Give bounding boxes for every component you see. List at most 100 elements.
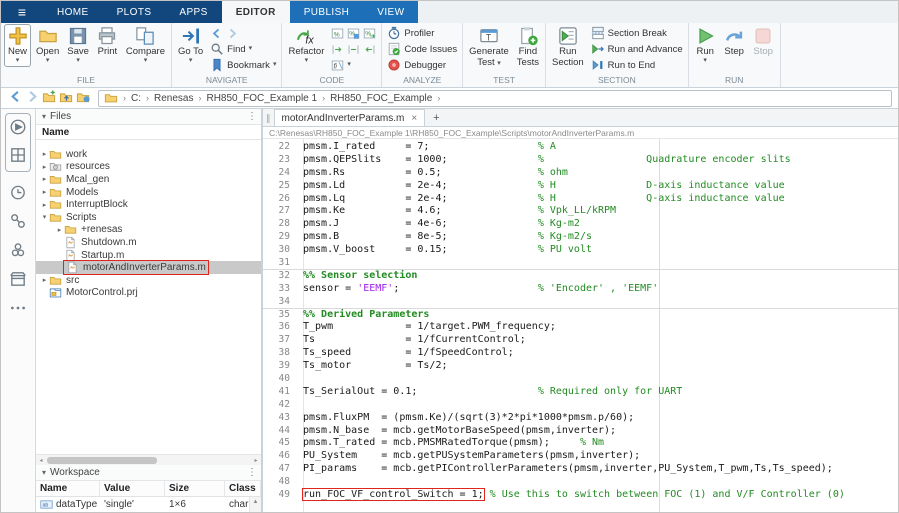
back-button[interactable] (210, 27, 223, 40)
tree-item-motorandinverterparams-m[interactable]: motorAndInverterParams.m (36, 261, 261, 274)
comment-pct-button[interactable]: % (331, 27, 344, 40)
code-line[interactable]: 27pmsm.Ke = 4.6; % Vpk_LL/kRPM (263, 204, 898, 217)
code-line[interactable]: 49run_FOC_VF_control_Switch = 1; % Use t… (263, 488, 898, 501)
debugger-button[interactable]: Debugger (385, 57, 459, 73)
tree-item-models[interactable]: ▸Models (36, 186, 261, 199)
workspace-column-class[interactable]: Class (225, 481, 261, 496)
collapsed-arrow-icon[interactable]: ▸ (40, 163, 49, 171)
code-line[interactable]: 23pmsm.QEPSlits = 1000; % Quadrature enc… (263, 153, 898, 166)
code-line[interactable]: 38Ts_speed = 1/fSpeedControl; (263, 346, 898, 359)
code-line[interactable]: 37Ts = 1/fCurrentControl; (263, 333, 898, 346)
code-line[interactable]: 48 (263, 475, 898, 488)
files-panel-header[interactable]: Files (36, 109, 261, 125)
breadcrumb-segment[interactable]: C: (131, 93, 141, 104)
code-line[interactable]: 28pmsm.J = 4e-6; % Kg-m2 (263, 217, 898, 230)
scrollbar-thumb[interactable] (47, 457, 157, 464)
code-line[interactable]: 29pmsm.B = 8e-5; % Kg-m2/s (263, 230, 898, 243)
format-fi-button[interactable]: fi (331, 59, 344, 72)
code-line[interactable]: 35%% Derived Parameters (263, 308, 898, 321)
new-button[interactable]: New▾ (4, 24, 31, 67)
tree-item-renesas[interactable]: ▸+renesas (36, 224, 261, 237)
forward-button[interactable] (226, 27, 239, 40)
code-area[interactable]: 22pmsm.I_rated = 7; % A23pmsm.QEPSlits =… (263, 139, 898, 512)
hamburger-menu-icon[interactable] (1, 1, 43, 23)
run-section-button[interactable]: RunSection (549, 24, 587, 70)
run-and-advance-button[interactable]: Run and Advance (589, 41, 685, 57)
ribbon-tab-plots[interactable]: PLOTS (103, 1, 166, 23)
scroll-right-icon[interactable]: ▸ (251, 457, 261, 464)
workspace-vertical-scrollbar[interactable]: ▲ (249, 497, 261, 512)
breadcrumb-segment[interactable]: RH850_FOC_Example (330, 93, 432, 104)
tree-item-mcal-gen[interactable]: ▸Mcal_gen (36, 173, 261, 186)
more-panels-button[interactable] (9, 299, 27, 317)
tree-item-src[interactable]: ▸src (36, 274, 261, 287)
find-tests-button[interactable]: FindTests (514, 24, 542, 70)
profiler-button[interactable]: Profiler (385, 25, 459, 41)
open-button[interactable]: Open▾ (33, 24, 62, 67)
code-line[interactable]: 33sensor = 'EEMF'; % 'Encoder' , 'EEMF' (263, 282, 898, 295)
tree-item-scripts[interactable]: ▾Scripts (36, 211, 261, 224)
code-line[interactable]: 40 (263, 372, 898, 385)
layout-panel-button[interactable] (9, 146, 27, 167)
scroll-left-icon[interactable]: ◂ (36, 457, 46, 464)
compare-button[interactable]: Compare▾ (123, 24, 168, 67)
stop-button[interactable]: Stop (750, 24, 777, 59)
refactor-button[interactable]: fxRefactor▾ (285, 24, 327, 67)
workspace-column-name[interactable]: Name (36, 481, 100, 496)
bookmark-button[interactable]: Bookmark▾ (208, 57, 278, 73)
tree-item-work[interactable]: ▸work (36, 148, 261, 161)
files-horizontal-scrollbar[interactable]: ◂ ▸ (36, 454, 261, 465)
code-line[interactable]: 41Ts_SerialOut = 0.1; % Required only fo… (263, 385, 898, 398)
collapsed-arrow-icon[interactable]: ▸ (40, 150, 49, 158)
compare-panel-button[interactable] (9, 212, 27, 230)
collapsed-arrow-icon[interactable]: ▸ (40, 276, 49, 284)
find-button[interactable]: Find▾ (208, 41, 278, 57)
collapsed-arrow-icon[interactable]: ▸ (40, 188, 49, 196)
editor-tab[interactable]: motorAndInverterParams.m × (274, 109, 426, 126)
up-folder-button[interactable] (58, 89, 75, 104)
code-line[interactable]: 32%% Sensor selection (263, 269, 898, 282)
new-tab-button[interactable]: + (425, 112, 447, 126)
code-line[interactable]: 46PU_System = mcb.getPUSystemParameters(… (263, 449, 898, 462)
go-to-button[interactable]: Go To▾ (175, 24, 206, 67)
code-line[interactable]: 31 (263, 256, 898, 269)
save-button[interactable]: Save▾ (64, 24, 92, 67)
code-line[interactable]: 43pmsm.FluxPM = (pmsm.Ke)/(sqrt(3)*2*pi*… (263, 411, 898, 424)
breadcrumb-segment[interactable]: Renesas (154, 93, 193, 104)
code-line[interactable]: 44pmsm.N_base = mcb.getMotorBaseSpeed(pm… (263, 424, 898, 437)
archive-panel-button[interactable] (9, 270, 27, 288)
editor-panel-button[interactable] (9, 118, 27, 139)
tree-item-shutdown-m[interactable]: Shutdown.m (36, 236, 261, 249)
section-break-button[interactable]: Section Break (589, 25, 685, 41)
run-to-end-button[interactable]: Run to End (589, 57, 685, 73)
files-column-header[interactable]: Name (36, 125, 261, 140)
close-tab-icon[interactable]: × (411, 113, 417, 124)
new-folder-button[interactable] (41, 89, 58, 104)
code-line[interactable]: 30pmsm.V_boost = 0.15; % PU volt (263, 243, 898, 256)
ribbon-tab-publish[interactable]: PUBLISH (290, 1, 364, 23)
scroll-up-icon[interactable]: ▲ (253, 497, 259, 507)
code-line[interactable]: 26pmsm.Lq = 2e-4; % H Q-axis inductance … (263, 192, 898, 205)
generate-test-button[interactable]: TGenerateTest ▾ (466, 24, 512, 70)
code-line[interactable]: 39Ts_motor = Ts/2; (263, 359, 898, 372)
history-panel-button[interactable] (9, 183, 27, 201)
sync-folder-button[interactable] (75, 89, 92, 104)
ribbon-tab-apps[interactable]: APPS (165, 1, 221, 23)
workspace-panel-menu-icon[interactable] (247, 467, 257, 478)
tree-item-motorcontrol-prj[interactable]: MotorControl.prj (36, 287, 261, 300)
panel-drag-handle-icon[interactable]: ∥ (265, 113, 274, 126)
current-folder-breadcrumb[interactable]: ›C:›Renesas›RH850_FOC_Example 1›RH850_FO… (98, 90, 892, 107)
workspace-panel-header[interactable]: Workspace (36, 465, 261, 481)
code-line[interactable]: 24pmsm.Rs = 0.5; % ohm (263, 166, 898, 179)
ribbon-tab-home[interactable]: HOME (43, 1, 103, 23)
tree-item-interruptblock[interactable]: ▸InterruptBlock (36, 198, 261, 211)
forward-button[interactable] (24, 89, 41, 104)
indent-right-button[interactable] (331, 43, 344, 56)
files-panel-menu-icon[interactable] (247, 111, 257, 122)
collapsed-arrow-icon[interactable]: ▸ (55, 226, 64, 234)
code-issues-button[interactable]: Code Issues (385, 41, 459, 57)
code-line[interactable]: 42 (263, 398, 898, 411)
code-line[interactable]: 47PI_params = mcb.getPIControllerParamet… (263, 462, 898, 475)
code-line[interactable]: 36T_pwm = 1/target.PWM_frequency; (263, 320, 898, 333)
indent-both-button[interactable] (347, 43, 360, 56)
